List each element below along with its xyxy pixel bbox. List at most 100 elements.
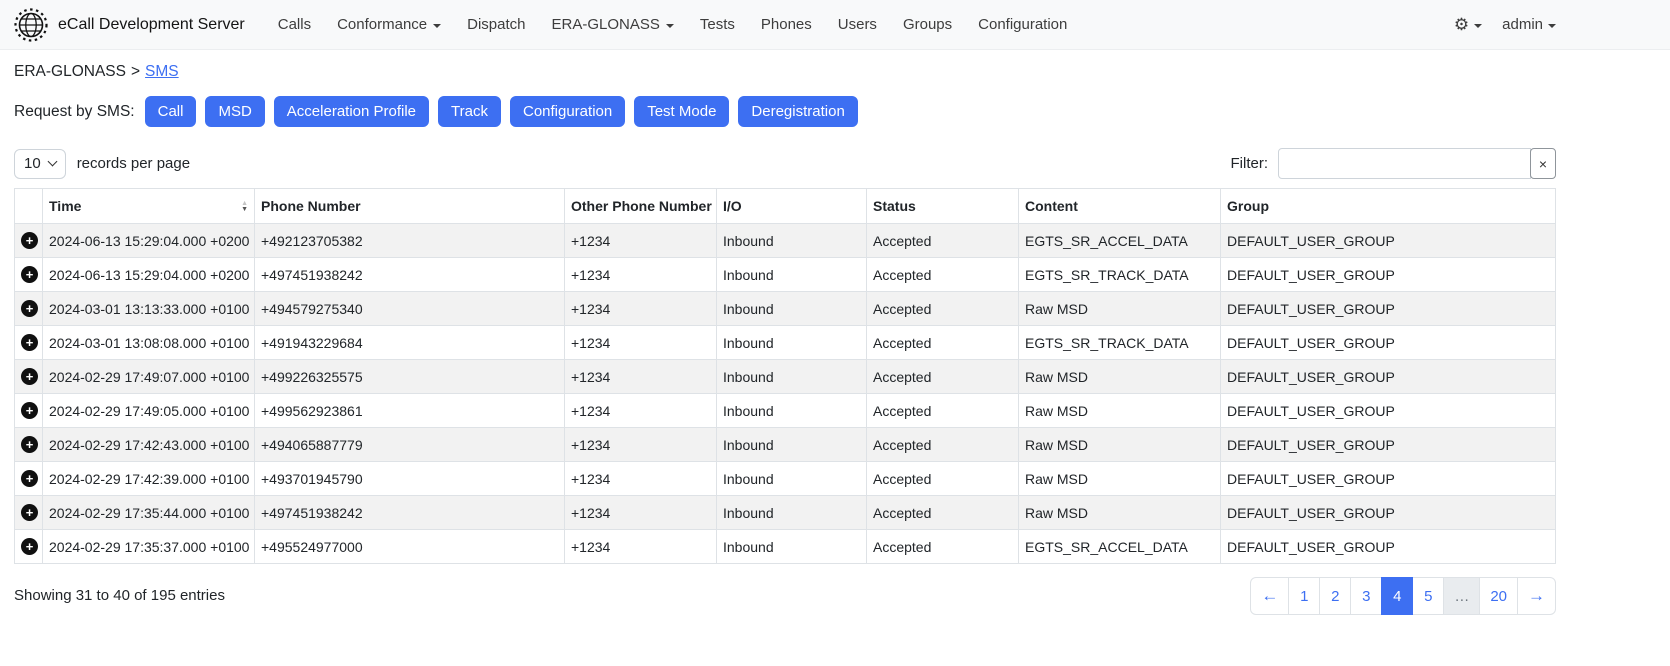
request-button-test-mode[interactable]: Test Mode bbox=[634, 96, 729, 127]
expand-row-button[interactable]: + bbox=[21, 266, 38, 283]
user-menu-label: admin bbox=[1502, 16, 1543, 33]
expand-row-button[interactable]: + bbox=[21, 436, 38, 453]
cell-other-phone: +1234 bbox=[565, 394, 717, 428]
cell-phone: +494065887779 bbox=[255, 428, 565, 462]
cell-time: 2024-03-01 13:08:08.000 +0100 bbox=[43, 326, 255, 360]
table-row: +2024-02-29 17:42:39.000 +0100+493701945… bbox=[15, 462, 1556, 496]
chevron-down-icon bbox=[1474, 24, 1482, 28]
navbar-item-groups[interactable]: Groups bbox=[890, 16, 965, 33]
brand[interactable]: eCall Development Server bbox=[14, 8, 245, 42]
plus-icon: + bbox=[21, 538, 38, 555]
navbar-item-users[interactable]: Users bbox=[825, 16, 890, 33]
cell-phone: +497451938242 bbox=[255, 496, 565, 530]
plus-icon: + bbox=[21, 504, 38, 521]
request-button-track[interactable]: Track bbox=[438, 96, 501, 127]
cell-expand: + bbox=[15, 224, 43, 258]
cell-expand: + bbox=[15, 462, 43, 496]
breadcrumb-separator: > bbox=[131, 63, 140, 80]
cell-content: EGTS_SR_TRACK_DATA bbox=[1019, 258, 1221, 292]
page-size-select[interactable]: 10 bbox=[14, 149, 66, 179]
navbar-item-configuration[interactable]: Configuration bbox=[965, 16, 1080, 33]
cell-io: Inbound bbox=[717, 530, 867, 564]
cell-time: 2024-02-29 17:35:44.000 +0100 bbox=[43, 496, 255, 530]
table-row: +2024-03-01 13:08:08.000 +0100+491943229… bbox=[15, 326, 1556, 360]
pagination-page-3[interactable]: 3 bbox=[1350, 577, 1382, 615]
filter-input[interactable] bbox=[1278, 148, 1531, 179]
cell-io: Inbound bbox=[717, 258, 867, 292]
cell-status: Accepted bbox=[867, 530, 1019, 564]
plus-icon: + bbox=[21, 402, 38, 419]
expand-row-button[interactable]: + bbox=[21, 368, 38, 385]
expand-row-button[interactable]: + bbox=[21, 504, 38, 521]
filter-clear-button[interactable]: × bbox=[1530, 148, 1556, 179]
navbar-item-label: Conformance bbox=[337, 16, 427, 33]
expand-row-button[interactable]: + bbox=[21, 300, 38, 317]
pagination-page-1[interactable]: 1 bbox=[1288, 577, 1320, 615]
cell-phone: +493701945790 bbox=[255, 462, 565, 496]
cell-content: EGTS_SR_ACCEL_DATA bbox=[1019, 530, 1221, 564]
request-by-sms-label: Request by SMS: bbox=[14, 103, 135, 121]
navbar-item-conformance[interactable]: Conformance bbox=[324, 16, 454, 33]
cell-group: DEFAULT_USER_GROUP bbox=[1221, 360, 1556, 394]
plus-icon: + bbox=[21, 300, 38, 317]
cell-group: DEFAULT_USER_GROUP bbox=[1221, 224, 1556, 258]
expand-row-button[interactable]: + bbox=[21, 232, 38, 249]
breadcrumb-sms-link[interactable]: SMS bbox=[145, 63, 179, 80]
column-header-other-phone-number[interactable]: Other Phone Number bbox=[565, 189, 717, 224]
cell-time: 2024-02-29 17:49:05.000 +0100 bbox=[43, 394, 255, 428]
pagination-prev-button[interactable]: ← bbox=[1250, 577, 1289, 615]
column-header-content[interactable]: Content bbox=[1019, 189, 1221, 224]
cell-other-phone: +1234 bbox=[565, 530, 717, 564]
pagination-page-20[interactable]: 20 bbox=[1479, 577, 1518, 615]
navbar-item-calls[interactable]: Calls bbox=[265, 16, 324, 33]
pagination-next-button[interactable]: → bbox=[1517, 577, 1556, 615]
pagination-page-2[interactable]: 2 bbox=[1319, 577, 1351, 615]
pagination-page-4[interactable]: 4 bbox=[1381, 577, 1413, 615]
settings-menu-button[interactable]: ⚙ bbox=[1454, 16, 1482, 33]
cell-time: 2024-02-29 17:42:43.000 +0100 bbox=[43, 428, 255, 462]
request-buttons-group: Call MSD Acceleration Profile Track Configur… bbox=[145, 96, 858, 127]
cell-status: Accepted bbox=[867, 360, 1019, 394]
navbar-item-dispatch[interactable]: Dispatch bbox=[454, 16, 538, 33]
cell-phone: +492123705382 bbox=[255, 224, 565, 258]
navbar-item-phones[interactable]: Phones bbox=[748, 16, 825, 33]
request-button-acceleration-profile[interactable]: Acceleration Profile bbox=[274, 96, 429, 127]
expand-row-button[interactable]: + bbox=[21, 538, 38, 555]
cell-group: DEFAULT_USER_GROUP bbox=[1221, 428, 1556, 462]
column-header-expand bbox=[15, 189, 43, 224]
cell-other-phone: +1234 bbox=[565, 292, 717, 326]
column-header-i-o[interactable]: I/O bbox=[717, 189, 867, 224]
navbar-item-label: Tests bbox=[700, 16, 735, 33]
expand-row-button[interactable]: + bbox=[21, 334, 38, 351]
request-button-msd[interactable]: MSD bbox=[205, 96, 264, 127]
cell-group: DEFAULT_USER_GROUP bbox=[1221, 292, 1556, 326]
column-label: Phone Number bbox=[261, 198, 361, 214]
request-button-deregistration[interactable]: Deregistration bbox=[738, 96, 857, 127]
cell-content: Raw MSD bbox=[1019, 360, 1221, 394]
request-button-configuration[interactable]: Configuration bbox=[510, 96, 625, 127]
page-size-value: 10 bbox=[24, 155, 41, 172]
cell-io: Inbound bbox=[717, 394, 867, 428]
expand-row-button[interactable]: + bbox=[21, 402, 38, 419]
plus-icon: + bbox=[21, 368, 38, 385]
column-header-group[interactable]: Group bbox=[1221, 189, 1556, 224]
cell-phone: +494579275340 bbox=[255, 292, 565, 326]
table-row: +2024-02-29 17:49:05.000 +0100+499562923… bbox=[15, 394, 1556, 428]
request-button-call[interactable]: Call bbox=[145, 96, 197, 127]
records-per-page-label: records per page bbox=[77, 155, 190, 172]
pagination-page-5[interactable]: 5 bbox=[1412, 577, 1444, 615]
expand-row-button[interactable]: + bbox=[21, 470, 38, 487]
navbar-item-tests[interactable]: Tests bbox=[687, 16, 748, 33]
column-header-status[interactable]: Status bbox=[867, 189, 1019, 224]
cell-status: Accepted bbox=[867, 462, 1019, 496]
table-row: +2024-02-29 17:35:44.000 +0100+497451938… bbox=[15, 496, 1556, 530]
cell-phone: +491943229684 bbox=[255, 326, 565, 360]
user-menu-button[interactable]: admin bbox=[1502, 16, 1556, 33]
navbar-item-era-glonass[interactable]: ERA-GLONASS bbox=[539, 16, 687, 33]
cell-io: Inbound bbox=[717, 428, 867, 462]
cell-other-phone: +1234 bbox=[565, 360, 717, 394]
column-header-time[interactable]: Time▲▼ bbox=[43, 189, 255, 224]
column-header-phone-number[interactable]: Phone Number bbox=[255, 189, 565, 224]
cell-status: Accepted bbox=[867, 224, 1019, 258]
cell-expand: + bbox=[15, 428, 43, 462]
